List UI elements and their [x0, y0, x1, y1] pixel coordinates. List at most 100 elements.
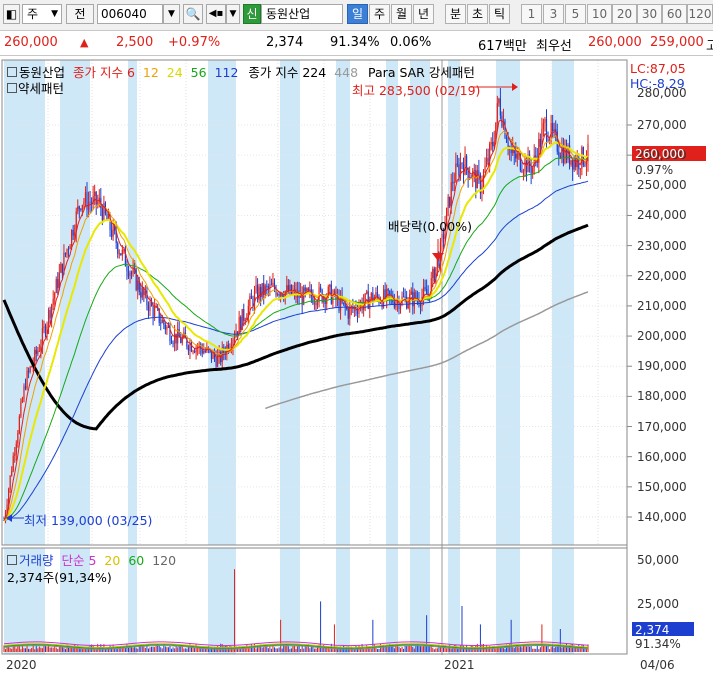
volume-bar: [277, 648, 279, 652]
candle-body: [249, 296, 251, 307]
candle-body: [84, 192, 87, 203]
candle-body: [192, 351, 194, 353]
tab-period-day[interactable]: 일: [347, 4, 368, 24]
volume-bar: [38, 646, 40, 652]
candle-body: [258, 287, 260, 300]
volume-bar: [164, 646, 166, 652]
candle-body: [465, 155, 468, 169]
tab-period-second[interactable]: 초: [467, 4, 488, 24]
tab-period-week[interactable]: 주: [369, 4, 390, 24]
volume-bar: [538, 649, 540, 652]
price-axis-label: 140,000: [637, 510, 687, 524]
candle-body: [47, 310, 50, 326]
tab-interval-60[interactable]: 60: [662, 4, 687, 24]
speaker-icon[interactable]: ◀▪: [206, 4, 226, 24]
candle-body: [121, 249, 123, 256]
volume-bar: [166, 647, 168, 652]
candle-body: [447, 196, 449, 208]
volume-bar: [297, 646, 299, 652]
volume-bar: [556, 646, 558, 652]
price-axis-label: 190,000: [637, 359, 687, 374]
candle-body: [29, 366, 31, 372]
volume-bar: [419, 646, 421, 652]
volume-bar: [149, 647, 151, 652]
tab-interval-20[interactable]: 20: [612, 4, 637, 24]
candle-body: [424, 287, 426, 290]
tab-period-year[interactable]: 년: [413, 4, 434, 24]
volume-current: 2,374주(91,34%): [7, 570, 112, 585]
price-axis-label: 160,000: [637, 449, 687, 464]
volume-bar: [406, 646, 408, 652]
market-select[interactable]: 주 ▼: [22, 4, 62, 24]
volume-bar: [171, 648, 173, 652]
candle-body: [154, 307, 156, 317]
candle-body: [52, 298, 54, 305]
low-annotation: 최저 139,000 (03/25): [24, 513, 153, 528]
tab-interval-5[interactable]: 5: [565, 4, 586, 24]
speaker-dropdown-icon[interactable]: ▼: [226, 4, 240, 24]
prev-button[interactable]: 전: [66, 4, 94, 24]
candle-body: [72, 230, 74, 236]
candle-body: [270, 284, 273, 286]
volume-bar: [84, 649, 86, 652]
candle-body: [329, 284, 331, 287]
candle-body: [490, 142, 492, 145]
volume-bar: [363, 648, 365, 652]
volume-bar: [187, 646, 189, 652]
shade-band-8: [448, 60, 460, 545]
code-dropdown-icon[interactable]: ▼: [163, 4, 180, 24]
stock-name-field[interactable]: 동원산업: [261, 4, 343, 24]
price-chart[interactable]: [0, 55, 713, 681]
volume-bar: [5, 649, 7, 652]
tab-interval-10[interactable]: 10: [587, 4, 612, 24]
candle-body: [141, 288, 143, 298]
tab-interval-120[interactable]: 120: [687, 4, 713, 24]
volume-bar: [255, 648, 257, 652]
volume-ratio: 91.34%: [330, 35, 380, 50]
bid-price: 259,000: [650, 35, 704, 50]
search-icon[interactable]: 🔍: [183, 4, 203, 24]
candle-body: [399, 304, 402, 310]
volume-bar: [20, 649, 22, 652]
candle-body: [43, 326, 45, 329]
price-change: 2,500: [116, 35, 154, 50]
candle-body: [203, 350, 205, 354]
candle-body: [410, 291, 412, 295]
volume-bar: [55, 647, 57, 652]
candle-body: [172, 343, 174, 345]
candle-body: [193, 351, 196, 353]
volume-bar: [23, 648, 25, 652]
volume-bar: [315, 648, 317, 652]
volume-bar: [529, 646, 531, 652]
candle-body: [129, 272, 131, 277]
volume-bar: [561, 647, 563, 652]
legend-ma448: 448: [334, 65, 359, 80]
candle-body: [233, 336, 236, 340]
candle-body: [23, 386, 25, 400]
tab-interval-3[interactable]: 3: [543, 4, 564, 24]
tab-period-minute[interactable]: 분: [445, 4, 466, 24]
candle-body: [266, 285, 268, 287]
candle-body: [521, 170, 523, 172]
tab-period-tick[interactable]: 틱: [489, 4, 510, 24]
candle-body: [516, 153, 518, 159]
candle-body: [155, 307, 157, 309]
candle-body: [132, 268, 134, 273]
legend-psar: Para SAR: [368, 65, 425, 80]
volume-bar: [183, 648, 185, 652]
tab-interval-30[interactable]: 30: [637, 4, 662, 24]
volume-bar: [280, 619, 282, 652]
chart-menu-icon[interactable]: ◧: [3, 4, 20, 24]
candle-body: [95, 191, 97, 205]
candle-body: [381, 302, 383, 308]
candle-body: [71, 230, 73, 246]
candle-body: [307, 288, 309, 291]
tab-period-month[interactable]: 월: [391, 4, 412, 24]
volume-bar: [172, 647, 174, 652]
volume-bar: [404, 645, 406, 652]
volume-bar: [290, 648, 292, 652]
candle-body: [564, 146, 566, 163]
volume-bar: [313, 648, 315, 652]
tab-interval-1[interactable]: 1: [521, 4, 542, 24]
stock-code-input[interactable]: 006040: [97, 4, 163, 24]
